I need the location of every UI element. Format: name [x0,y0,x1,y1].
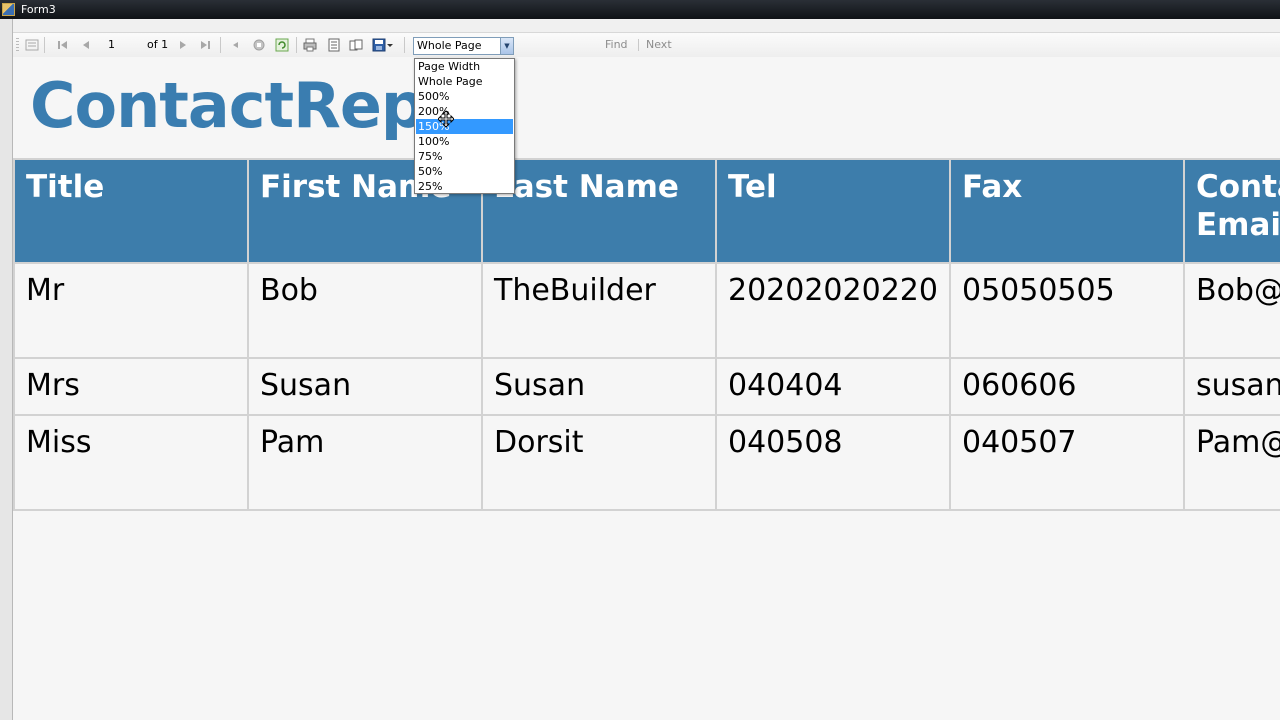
cell-fax: 05050505 [949,262,1185,359]
cell-tel: 20202020220 [715,262,951,359]
print-icon[interactable] [303,38,317,52]
cell-first-name: Susan [247,357,483,416]
zoom-option-whole-page[interactable]: Whole Page [416,74,513,89]
table-header-row: Title First Name Last Name Tel Fax Conta… [13,158,1280,264]
cell-tel: 040508 [715,414,951,511]
back-icon[interactable] [229,38,243,52]
cell-email: Bob@building [1183,262,1280,359]
zoom-dropdown-list[interactable]: Page Width Whole Page 500% 200% 150% 100… [414,58,515,194]
page-count-label: of 1 [147,38,169,51]
report-title: ContactRepo [30,69,467,142]
cell-first-name: Bob [247,262,483,359]
cell-title: Mrs [13,357,249,416]
column-header-last-name: Last Name [481,158,717,264]
app-icon [2,3,15,16]
table-row: Mr Bob TheBuilder 20202020220 05050505 B… [13,262,1280,359]
report-canvas: ContactRepo Title First Name Last Name T… [13,57,1280,720]
cell-last-name: Dorsit [481,414,717,511]
column-header-title: Title [13,158,249,264]
find-next-button[interactable]: Next [646,38,672,51]
chevron-down-icon[interactable]: ▼ [500,38,513,54]
window-left-border [0,19,13,720]
cell-fax: 060606 [949,357,1185,416]
cell-email: Pam@com [1183,414,1280,511]
first-page-icon[interactable] [56,38,70,52]
find-button[interactable]: Find [605,38,628,51]
zoom-select[interactable]: Whole Page ▼ [413,37,514,55]
stop-icon[interactable] [252,38,266,52]
column-header-contact-email: Contact Email [1183,158,1280,264]
cell-title: Miss [13,414,249,511]
window-title: Form3 [21,3,56,16]
zoom-option-500[interactable]: 500% [416,89,513,104]
document-map-icon[interactable] [25,38,39,52]
contact-table: Title First Name Last Name Tel Fax Conta… [13,158,1280,511]
zoom-option-page-width[interactable]: Page Width [416,59,513,74]
table-row: Mrs Susan Susan 040404 060606 susan [13,357,1280,416]
page-setup-icon[interactable] [349,38,363,52]
current-page-input[interactable]: 1 [108,38,115,51]
cell-last-name: Susan [481,357,717,416]
zoom-option-75[interactable]: 75% [416,149,513,164]
zoom-select-value: Whole Page [417,39,482,52]
cell-email: susan [1183,357,1280,416]
refresh-icon[interactable] [275,38,289,52]
cell-fax: 040507 [949,414,1185,511]
cell-first-name: Pam [247,414,483,511]
cell-tel: 040404 [715,357,951,416]
last-page-icon[interactable] [198,38,212,52]
next-page-icon[interactable] [176,38,190,52]
print-layout-icon[interactable] [327,38,341,52]
table-row: Miss Pam Dorsit 040508 040507 Pam@com [13,414,1280,511]
report-viewer-toolbar: 1 of 1 Whole Page ▼ Find Next [13,32,1280,57]
cell-title: Mr [13,262,249,359]
previous-page-icon[interactable] [79,38,93,52]
zoom-option-200[interactable]: 200% [416,104,513,119]
cell-last-name: TheBuilder [481,262,717,359]
zoom-option-25[interactable]: 25% [416,179,513,194]
column-header-fax: Fax [949,158,1185,264]
zoom-option-50[interactable]: 50% [416,164,513,179]
export-icon[interactable] [372,38,394,52]
window-titlebar: Form3 [0,0,1280,19]
zoom-option-150[interactable]: 150% [416,119,513,134]
toolbar-grip[interactable] [16,38,19,52]
zoom-option-100[interactable]: 100% [416,134,513,149]
column-header-tel: Tel [715,158,951,264]
